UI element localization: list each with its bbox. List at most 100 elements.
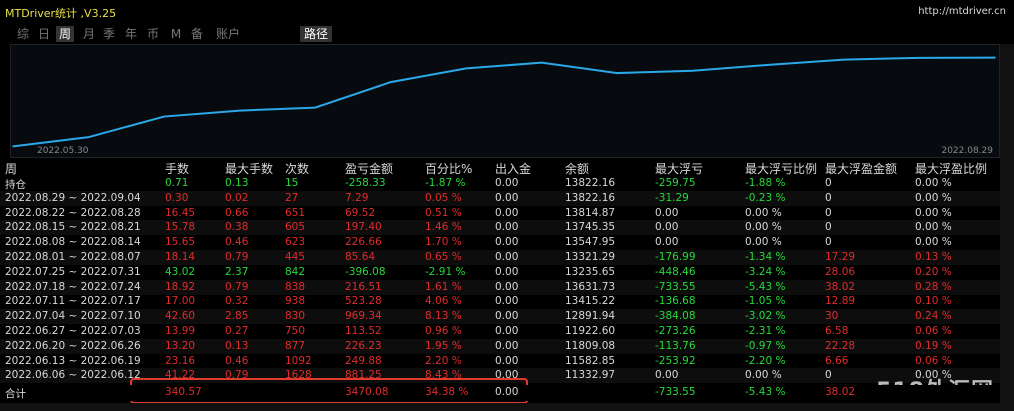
table-cell: 0.20 %: [915, 265, 952, 278]
equity-point: [163, 115, 165, 118]
tab-7[interactable]: M: [167, 26, 185, 42]
table-cell: -31.29: [655, 191, 689, 204]
tab-9[interactable]: 账户: [211, 26, 245, 42]
tab-1[interactable]: 日: [35, 26, 53, 42]
equity-point: [87, 136, 90, 138]
table-cell: 0.46: [225, 236, 249, 249]
table-cell: 0: [825, 191, 832, 204]
tab-4[interactable]: 季: [100, 26, 118, 42]
table-cell: 0.00 %: [915, 177, 952, 189]
column-header[interactable]: 最大浮盈金额: [825, 160, 897, 177]
tab-2[interactable]: 周: [56, 26, 74, 42]
table-cell: 1.46 %: [425, 221, 462, 234]
table-cell: 445: [285, 251, 306, 263]
table-cell: 15: [285, 177, 299, 189]
column-header[interactable]: 最大手数: [225, 160, 273, 177]
table-cell: 0.06 %: [915, 354, 952, 367]
table-cell: 1.95 %: [425, 339, 462, 352]
table-cell: 11922.60: [565, 325, 616, 337]
table-cell: 0.00 %: [915, 221, 952, 234]
equity-point: [918, 57, 921, 59]
table-cell: 623: [285, 236, 306, 249]
column-header[interactable]: 次数: [285, 160, 309, 177]
table-cell: 85.64: [345, 251, 376, 263]
table-row[interactable]: 2022.08.15 ~ 2022.08.21 15.78 0.38 605 197.4…: [0, 220, 1000, 236]
column-header[interactable]: 出入金: [495, 160, 531, 177]
table-row[interactable]: 2022.07.04 ~ 2022.07.10 42.60 2.85 830 969.3…: [0, 309, 1000, 325]
table-cell: 0.00: [655, 236, 679, 249]
table-cell: 0.00: [495, 251, 519, 263]
table-cell: 7.29: [345, 191, 369, 204]
table-cell: 13822.16: [565, 177, 616, 189]
table-row[interactable]: 2022.06.27 ~ 2022.07.03 13.99 0.27 750 113.5…: [0, 324, 1000, 339]
equity-point: [314, 106, 316, 109]
table-cell: 0.02: [225, 191, 249, 204]
table-cell: 0.24 %: [915, 310, 952, 323]
column-header[interactable]: 最大浮盈比例: [915, 160, 987, 177]
table-cell: 0.46: [225, 354, 249, 367]
table-row[interactable]: 持仓 0.71 0.13 15 -258.33 -1.87 % 0.00 13822.16 -2…: [0, 176, 1000, 191]
column-header[interactable]: 周: [5, 160, 17, 177]
table-cell: 16.45: [165, 206, 196, 219]
table-cell: 877: [285, 339, 306, 352]
table-cell: 0.51 %: [425, 206, 462, 219]
table-row[interactable]: 2022.07.18 ~ 2022.07.24 18.92 0.79 838 216.5…: [0, 279, 1000, 295]
tab-3[interactable]: 月: [80, 26, 98, 42]
table-cell: 13.99: [165, 325, 196, 337]
column-header[interactable]: 百分比%: [425, 160, 472, 177]
table-cell: 0.10 %: [915, 295, 952, 308]
tab-5[interactable]: 年: [122, 26, 140, 42]
table-cell: 0.13: [225, 339, 249, 352]
table-cell: 13235.65: [565, 265, 616, 278]
website-link[interactable]: http://mtdriver.cn: [918, 6, 1006, 17]
table-cell: 197.40: [345, 221, 382, 234]
table-cell: 1092: [285, 354, 312, 367]
column-header[interactable]: 最大浮亏: [655, 160, 703, 177]
table-row[interactable]: 2022.06.20 ~ 2022.06.26 13.20 0.13 877 226.2…: [0, 338, 1000, 354]
table-cell: 22.28: [825, 339, 856, 352]
table-cell: 0: [825, 206, 832, 219]
table-cell: 30: [825, 310, 839, 323]
tab-8[interactable]: 备: [188, 26, 206, 42]
tab-0[interactable]: 综: [14, 26, 32, 42]
table-row[interactable]: 2022.07.11 ~ 2022.07.17 17.00 0.32 938 523.2…: [0, 294, 1000, 309]
table-cell: -258.33: [345, 177, 386, 189]
table-cell: 12891.94: [565, 310, 616, 323]
table-cell: 0.00: [495, 177, 519, 189]
table-row[interactable]: 2022.08.29 ~ 2022.09.04 0.30 0.02 27 7.29 0.0…: [0, 190, 1000, 206]
table-cell: 0.00: [495, 206, 519, 219]
table-row[interactable]: 2022.08.01 ~ 2022.08.07 18.14 0.79 445 85.64…: [0, 250, 1000, 265]
table-row[interactable]: 2022.07.25 ~ 2022.07.31 43.02 2.37 842 -396.…: [0, 265, 1000, 280]
column-header[interactable]: 最大浮亏比例: [745, 160, 817, 177]
equity-point: [238, 109, 241, 112]
table-cell: 38.02: [825, 280, 856, 293]
column-header[interactable]: 盈亏金额: [345, 160, 393, 177]
table-cell: 0.30: [165, 191, 189, 204]
table-cell: -1.34 %: [745, 251, 786, 263]
table-cell: 249.88: [345, 354, 382, 367]
equity-line-svg: [12, 56, 996, 148]
table-cell: 0.79: [225, 251, 249, 263]
table-cell: 226.23: [345, 339, 382, 352]
column-header[interactable]: 手数: [165, 160, 189, 177]
table-cell: 17.29: [825, 251, 856, 263]
table-row[interactable]: 2022.06.13 ~ 2022.06.19 23.16 0.46 1092 249.…: [0, 354, 1000, 369]
table-row[interactable]: 2022.08.22 ~ 2022.08.28 16.45 0.66 651 69.52…: [0, 206, 1000, 221]
bottom-status-bar: [0, 403, 1014, 411]
table-cell: 2.85: [225, 310, 249, 323]
table-cell: -0.23 %: [745, 191, 786, 204]
table-row[interactable]: 2022.08.08 ~ 2022.08.14 15.65 0.46 623 226.6…: [0, 235, 1000, 250]
column-header[interactable]: 余额: [565, 160, 589, 177]
table-cell: 0.00 %: [745, 206, 782, 219]
table-cell: 27: [285, 191, 299, 204]
table-cell: 0: [825, 177, 832, 189]
tab-6[interactable]: 币: [144, 26, 162, 42]
tab-path[interactable]: 路径: [300, 26, 333, 42]
equity-point: [12, 145, 14, 148]
table-cell: 42.60: [165, 310, 196, 323]
equity-point: [994, 56, 996, 59]
table-cell: -113.76: [655, 339, 696, 352]
table-cell: 0.00: [495, 325, 519, 337]
table-cell: 18.92: [165, 280, 196, 293]
table-cell: 2022.06.27 ~ 2022.07.03: [5, 325, 141, 337]
